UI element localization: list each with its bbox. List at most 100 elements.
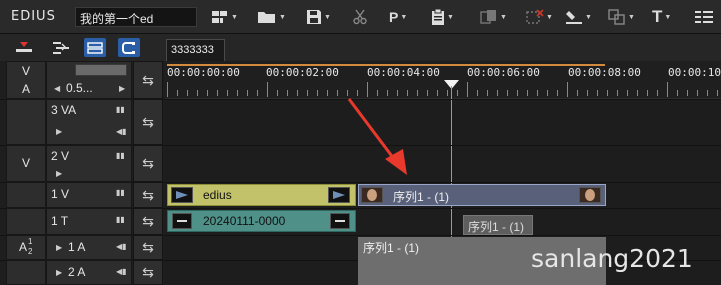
ruler-tick xyxy=(317,90,318,96)
ruler-tick xyxy=(447,90,448,96)
delete-icon xyxy=(526,9,544,24)
ruler-tick xyxy=(617,90,618,96)
zoom-left-arrow-icon[interactable]: ◀ xyxy=(54,84,60,93)
track-3va-patch[interactable] xyxy=(6,99,46,145)
clip-thumbnail xyxy=(328,187,350,203)
ruler-tick xyxy=(697,90,698,96)
video-mute-icon[interactable]: ▮▮ xyxy=(116,105,125,114)
open-project-button[interactable]: ▼ xyxy=(257,6,286,28)
clip-thumbnail xyxy=(172,213,192,229)
settings-button[interactable] xyxy=(694,6,714,28)
ruler-tick xyxy=(637,90,638,96)
video-mute-icon[interactable]: ▮▮ xyxy=(116,215,125,224)
sync-lock-button[interactable] xyxy=(13,38,35,57)
ruler-tick xyxy=(497,90,498,96)
lock-down-icon xyxy=(16,41,32,52)
track-1t-patch[interactable] xyxy=(6,208,46,235)
zoom-slider[interactable] xyxy=(75,64,127,76)
ruler-tick xyxy=(657,90,658,96)
speaker-icon[interactable]: ◀▮ xyxy=(116,267,127,276)
ruler-tick xyxy=(197,90,198,96)
expand-arrow-icon[interactable]: ▶ xyxy=(56,127,62,136)
clip-edius[interactable]: edius xyxy=(167,184,356,206)
ruler-tick xyxy=(587,90,588,96)
track-2a-patch[interactable] xyxy=(6,260,46,285)
ruler-tick xyxy=(467,82,468,97)
ruler-tick xyxy=(427,90,428,96)
track-3va-name: 3 VA xyxy=(51,103,77,117)
video-mute-icon[interactable]: ▮▮ xyxy=(116,151,125,160)
red-arrow-icon xyxy=(347,98,407,175)
ruler-tick xyxy=(717,90,718,96)
v-label: V xyxy=(22,64,31,78)
clip-thumbnail xyxy=(579,187,601,203)
ripple-button[interactable] xyxy=(50,38,72,57)
ruler-tick xyxy=(277,90,278,96)
ruler-tick xyxy=(627,90,628,96)
zoom-right-arrow-icon[interactable]: ▶ xyxy=(119,84,125,93)
ruler-tick xyxy=(687,90,688,96)
title-button[interactable]: T ▼ xyxy=(652,6,671,28)
expand-arrow-icon[interactable]: ▶ xyxy=(56,169,62,178)
ruler-tick xyxy=(527,90,528,96)
project-name-field[interactable]: 我的第一个ed xyxy=(75,7,197,27)
new-project-button[interactable]: ▼ xyxy=(211,6,238,28)
link-icon xyxy=(87,41,103,54)
speaker-icon[interactable]: ◀▮ xyxy=(116,242,127,251)
ruler-timecode: 00:00:06:00 xyxy=(467,66,540,79)
swap-button[interactable]: ⇆ xyxy=(133,99,163,145)
ruler-tick xyxy=(417,90,418,96)
magnet-button[interactable] xyxy=(118,38,140,57)
a-group-label: A xyxy=(19,240,28,254)
save-button[interactable]: ▼ xyxy=(306,6,331,28)
ruler-tick xyxy=(457,90,458,96)
ruler-tick xyxy=(187,90,188,96)
swap-button[interactable]: ⇆ xyxy=(133,182,163,208)
clipboard-button[interactable]: ▼ xyxy=(431,6,454,28)
zoom-value: 0.5... xyxy=(66,81,93,95)
ruler-tick xyxy=(237,90,238,96)
sequence-tab[interactable]: 3333333 xyxy=(166,39,225,61)
track-1v-patch[interactable] xyxy=(6,182,46,208)
ruler-tick xyxy=(297,90,298,96)
watermark: sanlang2021 xyxy=(531,244,693,273)
ruler-timecode: 00:00:00:00 xyxy=(167,66,240,79)
ruler-tick xyxy=(577,90,578,96)
paste-mode-button[interactable]: P ▼ xyxy=(389,6,407,28)
marker-button[interactable]: ▼ xyxy=(565,6,592,28)
expand-arrow-icon[interactable]: ▶ xyxy=(56,243,62,252)
speaker-icon[interactable]: ◀▮ xyxy=(116,127,127,136)
swap-button[interactable]: ⇆ xyxy=(133,208,163,235)
track-2a-name: 2 A xyxy=(68,265,86,279)
link-button[interactable] xyxy=(84,38,106,57)
replace-button[interactable]: ▼ xyxy=(480,6,507,28)
video-mute-icon[interactable]: ▮▮ xyxy=(116,188,125,197)
cut-button[interactable] xyxy=(353,6,367,28)
ruler-tick xyxy=(537,90,538,96)
delete-button[interactable]: ▼ xyxy=(526,6,553,28)
ruler-tick xyxy=(487,90,488,96)
paste-mode-label: P xyxy=(389,9,399,25)
app-logo: EDIUS xyxy=(11,9,56,24)
swap-button[interactable]: ⇆ xyxy=(133,235,163,260)
clip-thumbnail xyxy=(171,187,193,203)
ruler-tick xyxy=(547,90,548,96)
group-button[interactable]: ▼ xyxy=(608,6,635,28)
clip-title[interactable]: 20240111-0000 xyxy=(167,210,356,232)
timeline-toolbar xyxy=(0,34,721,61)
main-toolbar: EDIUS 我的第一个ed ▼ ▼ ▼ P ▼ ▼ ▼ ▼ ▼ ▼ T ▼ xyxy=(0,0,721,34)
channel-sub-icon: 2 xyxy=(28,247,33,256)
group-icon xyxy=(608,9,625,25)
clip-sequence-video[interactable]: 序列1 - (1) xyxy=(358,184,606,206)
new-project-icon xyxy=(212,11,227,23)
magnet-icon xyxy=(122,41,135,54)
ruler-timecode: 00:00:02:00 xyxy=(266,66,339,79)
expand-arrow-icon[interactable]: ▶ xyxy=(56,268,62,277)
swap-button[interactable]: ⇆ xyxy=(133,260,163,285)
swap-button[interactable]: ⇆ xyxy=(133,61,163,99)
swap-button[interactable]: ⇆ xyxy=(133,145,163,182)
clip-edius-label: edius xyxy=(203,188,232,202)
ruler-tick xyxy=(477,90,478,96)
ruler-tick xyxy=(337,90,338,96)
settings-list-icon xyxy=(695,11,713,23)
